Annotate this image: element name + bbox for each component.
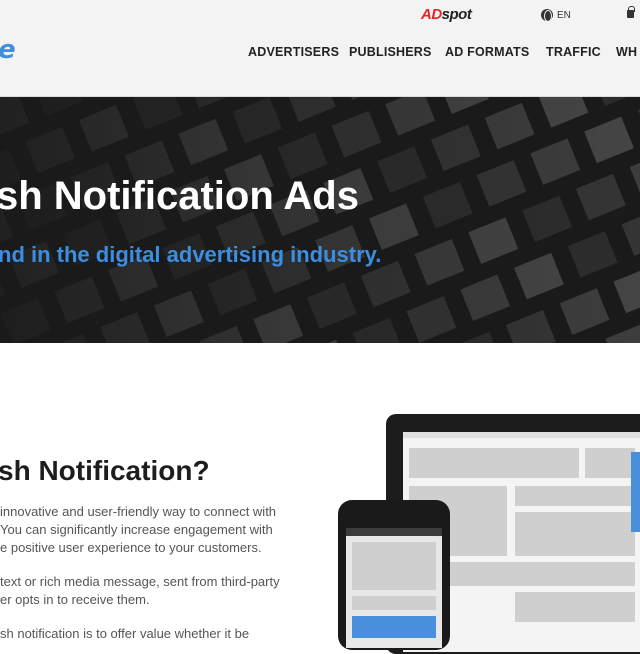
page-block <box>409 448 579 478</box>
paragraph-line: You can significantly increase engagemen… <box>0 522 273 537</box>
page-block <box>515 592 635 622</box>
paragraph-line: sh notification is to offer value whethe… <box>0 626 250 641</box>
intro-paragraph-2: text or rich media message, sent from th… <box>0 573 305 609</box>
intro-paragraph-3: sh notification is to offer value whethe… <box>0 625 305 643</box>
adspot-logo[interactable]: ADspot <box>421 6 472 23</box>
nav-publishers[interactable]: PUBLISHERS <box>349 45 432 59</box>
intro-paragraph-1: innovative and user-friendly way to conn… <box>0 503 305 557</box>
push-notification-popup <box>631 452 640 532</box>
paragraph-line: e positive user experience to your custo… <box>0 540 262 555</box>
paragraph-line: innovative and user-friendly way to conn… <box>0 504 277 519</box>
adspot-logo-spot: spot <box>441 6 472 23</box>
phone-notification <box>352 616 436 638</box>
hero-background-pattern <box>0 97 640 343</box>
paragraph-line: er opts in to receive them. <box>0 592 150 607</box>
page-block <box>515 486 635 506</box>
hero-banner: sh Notification Ads nd in the digital ad… <box>0 97 640 343</box>
language-selector[interactable]: EN <box>541 9 571 22</box>
nav-wh[interactable]: WH <box>616 45 637 59</box>
section-title: sh Notification? <box>0 455 210 486</box>
nav-ad-formats[interactable]: AD FORMATS <box>445 45 529 59</box>
phone-status-bar <box>346 528 442 536</box>
hero-title: sh Notification Ads <box>0 174 359 218</box>
globe-icon <box>541 9 553 22</box>
phone-screen <box>346 528 442 648</box>
main-nav: ADVERTISERS PUBLISHERS AD FORMATS TRAFFI… <box>0 45 640 61</box>
site-header: e ADspot EN ADVERTISERS PUBLISHERS AD FO… <box>0 0 640 97</box>
browser-bar <box>403 432 640 438</box>
adspot-logo-ad: AD <box>421 6 442 23</box>
page-block <box>515 512 635 556</box>
phone-block <box>352 596 436 610</box>
lock-icon[interactable] <box>627 6 635 18</box>
nav-advertisers[interactable]: ADVERTISERS <box>248 45 339 59</box>
paragraph-line: text or rich media message, sent from th… <box>0 574 280 589</box>
phone-block <box>352 542 436 590</box>
language-label: EN <box>557 9 571 21</box>
page-block <box>585 448 635 478</box>
hero-subtitle: nd in the digital advertising industry. <box>0 242 382 267</box>
nav-traffic[interactable]: TRAFFIC <box>546 45 601 59</box>
